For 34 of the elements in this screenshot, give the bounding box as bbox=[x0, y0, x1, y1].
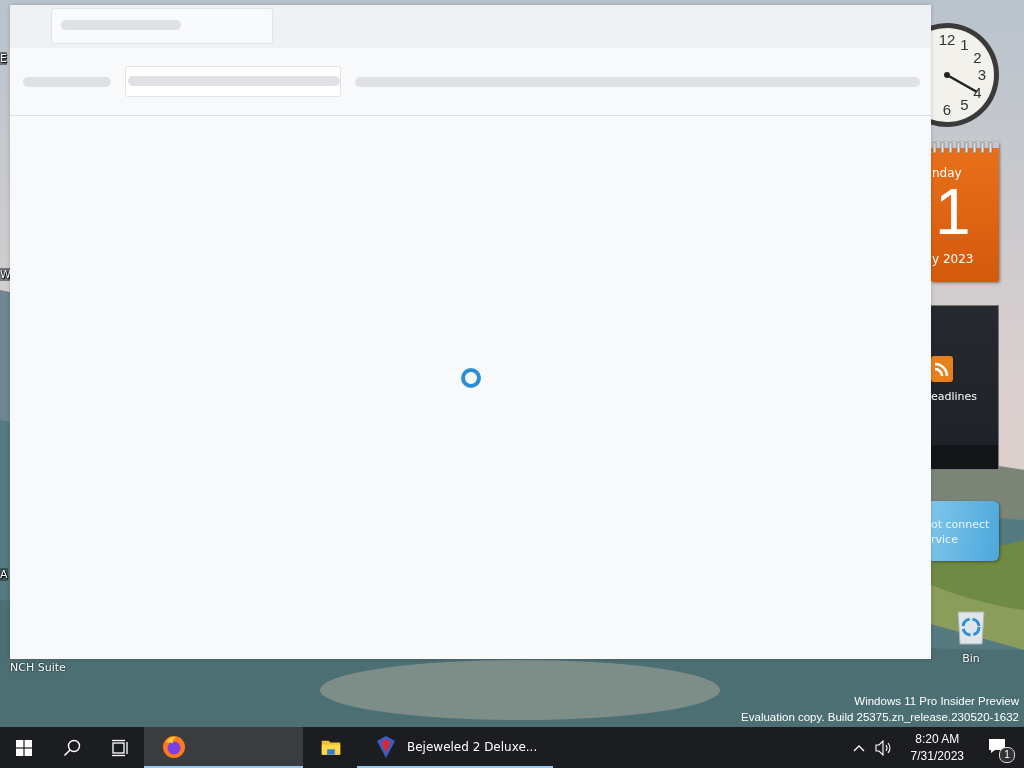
notifications-button[interactable]: 1 bbox=[982, 732, 1018, 763]
chevron-up-icon[interactable] bbox=[852, 743, 865, 752]
clock-button[interactable]: 8:20 AM 7/31/2023 bbox=[902, 730, 972, 765]
notification-badge: 1 bbox=[999, 746, 1015, 763]
clock-numeral: 1 bbox=[960, 35, 969, 53]
calendar-day: 1 bbox=[931, 180, 999, 244]
gadget-message: ot connect bbox=[931, 517, 991, 532]
desktop-icon-label[interactable]: A bbox=[0, 568, 8, 581]
clock-numeral: 4 bbox=[973, 83, 982, 101]
clock-numeral: 5 bbox=[960, 96, 969, 114]
headlines-gadget[interactable]: eadlines bbox=[931, 305, 999, 470]
clock-numeral: 2 bbox=[973, 48, 982, 66]
firefox-icon bbox=[162, 734, 186, 759]
recycle-bin-icon[interactable] bbox=[956, 610, 986, 646]
gem-icon bbox=[375, 734, 397, 759]
desktop-icon-label[interactable]: NCH Suite bbox=[10, 661, 66, 674]
gadget-message: rvice bbox=[931, 532, 959, 547]
desktop-icon-label[interactable]: Bin bbox=[962, 652, 980, 665]
search-icon bbox=[63, 738, 81, 757]
gadget-title: eadlines bbox=[931, 390, 979, 403]
calendar-gadget[interactable]: nday 1 y 2023 bbox=[931, 142, 999, 282]
task-view-icon bbox=[111, 738, 129, 757]
taskbar-app-button[interactable] bbox=[144, 727, 303, 768]
calendar-month-year: y 2023 bbox=[931, 252, 975, 266]
message-icon bbox=[988, 737, 1006, 754]
clock-numeral: 3 bbox=[977, 66, 987, 83]
speaker-icon[interactable] bbox=[874, 739, 893, 756]
watermark-text: Evaluation copy. Build 25375.zn_release.230520-1632 bbox=[741, 710, 1019, 725]
clock-numeral: 12 bbox=[938, 31, 956, 48]
clock-numeral: 6 bbox=[942, 101, 952, 118]
windows-logo-icon bbox=[16, 739, 32, 756]
taskbar-app-button[interactable]: Bejeweled 2 Deluxe... bbox=[357, 727, 554, 768]
calendar-weekday: nday bbox=[931, 166, 963, 180]
watermark-text: Windows 11 Pro Insider Preview bbox=[854, 694, 1019, 709]
